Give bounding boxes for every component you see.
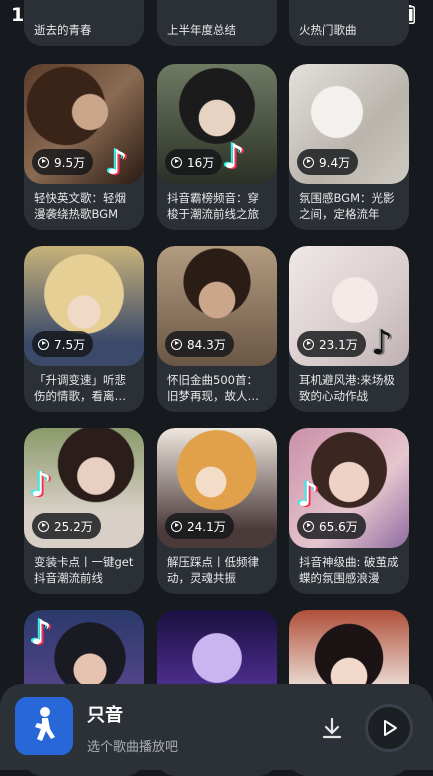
play-count: 16万 — [165, 149, 223, 175]
playlist-card[interactable]: ♪ 16万 抖音霸榜频音：穿梭于潮流前线之旅 — [157, 64, 277, 230]
playlist-card[interactable]: 7.5万 「升调变速」听悲伤的情歌，看离… — [24, 246, 144, 412]
tiktok-logo-icon: ♪ — [371, 323, 393, 363]
play-count-icon — [171, 520, 182, 532]
playlist-title: 上半年度总结 — [167, 23, 236, 37]
play-count: 7.5万 — [32, 331, 94, 357]
download-icon — [322, 717, 342, 739]
playlist-title: 抖音霸榜频音：穿梭于潮流前线之旅 — [167, 191, 259, 221]
playlist-title: 变装卡点丨一键get抖音潮流前线 — [34, 555, 134, 585]
playlist-title: 「升调变速」听悲伤的情歌，看离… — [34, 373, 126, 403]
play-count-icon — [303, 520, 314, 532]
mini-player[interactable]: 只音 选个歌曲播放吧 — [0, 684, 433, 770]
playlist-card[interactable]: ♪ 9.5万 轻快英文歌：轻烟漫袭绕热歌BGM — [24, 64, 144, 230]
play-count-icon — [38, 338, 49, 350]
play-count: 9.4万 — [297, 149, 359, 175]
play-count-icon — [38, 156, 49, 168]
play-count: 84.3万 — [165, 331, 234, 357]
playlist-title: 解压踩点丨低频律动，灵魂共振 — [167, 555, 259, 585]
playlist-card-partial[interactable]: 上半年度总结 — [157, 0, 277, 46]
download-button[interactable] — [318, 714, 346, 742]
dancer-icon — [35, 707, 55, 741]
play-count: 25.2万 — [32, 513, 101, 539]
playlist-card[interactable]: 9.4万 氛围感BGM：光影之间，定格流年 — [289, 64, 409, 230]
playlist-title: 耳机避风港:来场极致的心动作战 — [299, 373, 395, 403]
playlist-card[interactable]: 84.3万 怀旧金曲500首：旧梦再现，故人… — [157, 246, 277, 412]
play-icon — [384, 720, 397, 736]
app-logo — [15, 697, 73, 755]
play-count-icon — [38, 520, 49, 532]
playlist-title: 轻快英文歌：轻烟漫袭绕热歌BGM — [34, 191, 126, 221]
playlist-title: 火热门歌曲 — [299, 23, 357, 37]
playlist-title: 怀旧金曲500首：旧梦再现，故人… — [167, 373, 259, 403]
play-count: 23.1万 — [297, 331, 366, 357]
tiktok-logo-icon: ♪ — [297, 475, 319, 515]
playlist-card[interactable]: 24.1万 解压踩点丨低频律动，灵魂共振 — [157, 428, 277, 594]
play-count-icon — [303, 156, 314, 168]
playlist-card[interactable]: ♪ 25.2万 变装卡点丨一键get抖音潮流前线 — [24, 428, 144, 594]
playlist-title: 逝去的青春 — [34, 23, 92, 37]
play-count: 9.5万 — [32, 149, 94, 175]
tiktok-logo-icon: ♪ — [106, 143, 128, 183]
playlist-card-partial[interactable]: 逝去的青春 — [24, 0, 144, 46]
tiktok-logo-icon: ♪ — [30, 465, 52, 505]
play-count-icon — [171, 156, 182, 168]
play-button[interactable] — [365, 704, 413, 752]
tiktok-logo-icon: ♪ — [30, 613, 52, 653]
play-count: 24.1万 — [165, 513, 234, 539]
playlist-card[interactable]: ♪ 65.6万 抖音神级曲: 破茧成蝶的氛围感浪漫 — [289, 428, 409, 594]
playlist-title: 抖音神级曲: 破茧成蝶的氛围感浪漫 — [299, 555, 399, 585]
playlist-card[interactable]: ♪ 23.1万 耳机避风港:来场极致的心动作战 — [289, 246, 409, 412]
tiktok-logo-icon: ♪ — [223, 137, 245, 177]
play-count: 65.6万 — [297, 513, 366, 539]
player-subtitle: 选个歌曲播放吧 — [87, 740, 179, 755]
play-count-icon — [171, 338, 182, 350]
playlist-title: 氛围感BGM：光影之间，定格流年 — [299, 191, 395, 221]
playlist-card-partial[interactable]: 火热门歌曲 — [289, 0, 409, 46]
player-title: 只音 — [87, 705, 123, 726]
play-count-icon — [303, 338, 314, 350]
